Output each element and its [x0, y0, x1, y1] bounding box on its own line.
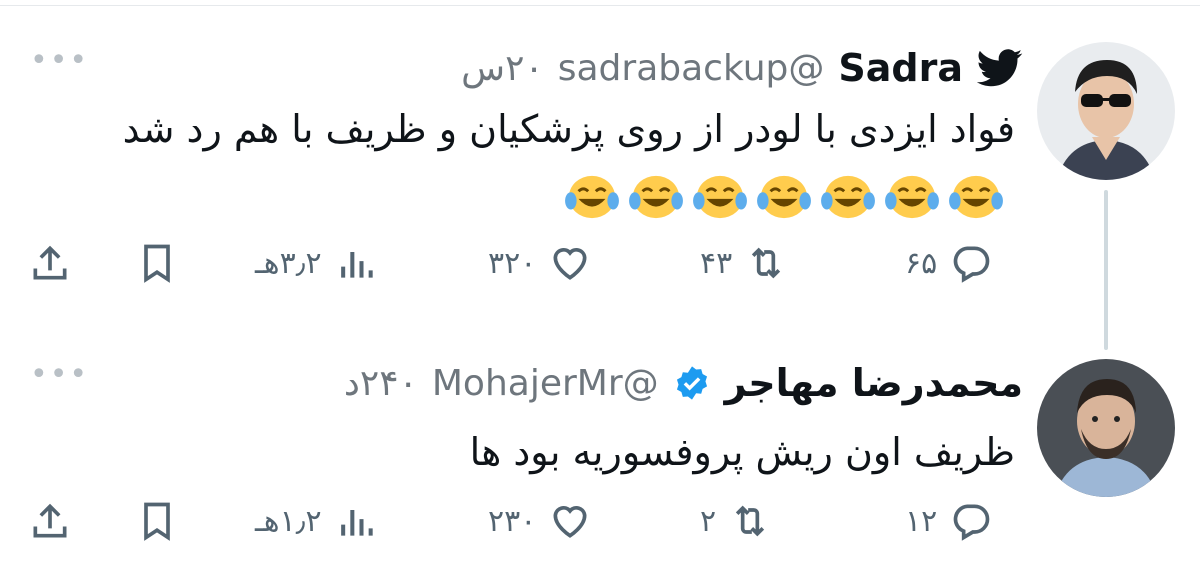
laughing-emoji-icon	[949, 175, 1003, 219]
laughing-emoji-icon	[693, 175, 747, 219]
reply-button[interactable]: ۶۵	[905, 241, 993, 285]
bookmark-button[interactable]	[135, 241, 179, 285]
tweet-text: فواد ایزدی با لودر از روی پزشکیان و ظریف…	[122, 107, 1015, 151]
reply-icon	[953, 504, 990, 541]
more-options-icon[interactable]: •••	[30, 360, 89, 390]
heart-icon	[553, 506, 587, 538]
reply-count: ۱۲	[905, 503, 938, 539]
laughing-emoji-icon	[821, 175, 875, 219]
share-button[interactable]	[28, 499, 72, 543]
heart-icon	[553, 248, 587, 280]
laughing-emoji-icon	[565, 175, 619, 219]
views-count: ۱٫۲هـ	[255, 503, 322, 539]
tweet-2[interactable]: ••• محمدرضا مهاجر @MohajerMr ۲۴۰د ظریف ا…	[0, 330, 1200, 579]
bookmark-icon	[144, 502, 170, 541]
user-handle[interactable]: @sadrabackup	[558, 48, 825, 89]
tweet-actions: ۱۲ ۲ ۲۳۰ ۱٫۲هـ	[0, 497, 1200, 547]
retweet-count: ۴۳	[700, 245, 733, 281]
retweet-button[interactable]: ۴۳	[700, 241, 788, 285]
reply-button[interactable]: ۱۲	[905, 499, 993, 543]
retweet-button[interactable]: ۲	[700, 499, 772, 543]
bookmark-icon	[144, 244, 170, 283]
share-icon	[33, 503, 67, 538]
views-button[interactable]: ۳٫۲هـ	[255, 241, 378, 285]
tweet-time[interactable]: ۲۰س	[461, 48, 544, 89]
tweet-time[interactable]: ۲۴۰د	[344, 363, 418, 404]
laughing-emoji-icon	[885, 175, 939, 219]
tweet-header: محمدرضا مهاجر @MohajerMr ۲۴۰د	[344, 356, 1023, 410]
retweet-count: ۲	[700, 503, 717, 539]
verified-badge-icon	[676, 366, 707, 400]
share-icon	[33, 245, 67, 280]
views-icon	[340, 252, 373, 278]
like-count: ۳۲۰	[488, 245, 537, 281]
share-button[interactable]	[28, 241, 72, 285]
laughing-emoji-icon	[629, 175, 683, 219]
retweet-icon	[752, 247, 781, 279]
views-count: ۳٫۲هـ	[255, 245, 322, 281]
display-name[interactable]: Sadra	[838, 46, 963, 90]
like-button[interactable]: ۳۲۰	[488, 241, 592, 285]
display-name[interactable]: محمدرضا مهاجر	[725, 361, 1023, 405]
avatar[interactable]	[1037, 42, 1175, 180]
like-button[interactable]: ۲۳۰	[488, 499, 592, 543]
avatar[interactable]	[1037, 359, 1175, 497]
reply-icon	[953, 246, 990, 283]
like-count: ۲۳۰	[488, 503, 537, 539]
tweet-1[interactable]: ••• Sadra @sadrabackup ۲۰س فواد ایزدی با…	[0, 0, 1200, 330]
laughing-emoji-icon	[757, 175, 811, 219]
more-options-icon[interactable]: •••	[30, 46, 89, 76]
tweet-actions: ۶۵ ۴۳ ۳۲۰ ۳٫۲هـ	[0, 239, 1200, 289]
bookmark-button[interactable]	[135, 499, 179, 543]
tweet-header: Sadra @sadrabackup ۲۰س	[461, 40, 1023, 96]
emoji-row	[563, 172, 1005, 222]
retweet-icon	[735, 505, 765, 537]
reply-count: ۶۵	[905, 245, 938, 281]
views-button[interactable]: ۱٫۲هـ	[255, 499, 378, 543]
tweet-text: ظریف اون ریش پروفسوریه بود ها	[469, 430, 1015, 474]
user-handle[interactable]: @MohajerMr	[432, 363, 659, 404]
twitter-bird-icon	[977, 49, 1023, 87]
views-icon	[340, 510, 373, 536]
